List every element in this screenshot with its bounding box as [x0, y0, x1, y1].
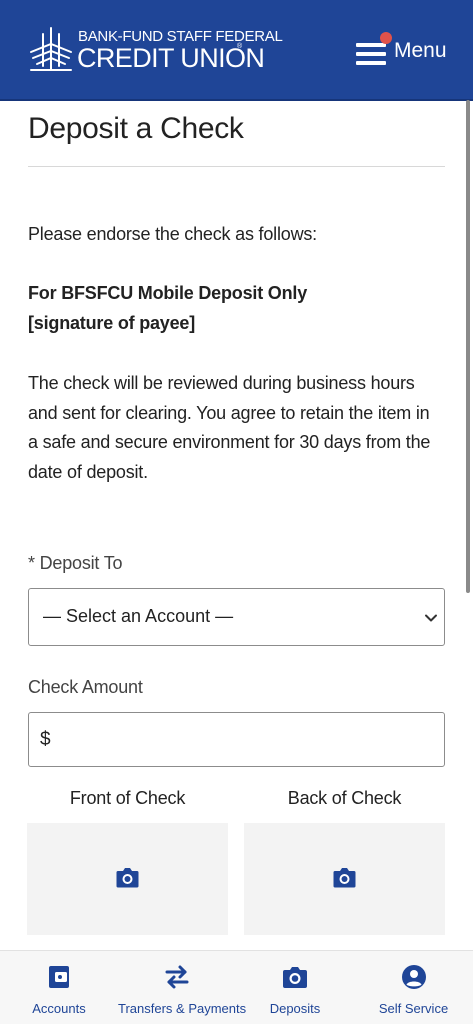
notification-dot	[380, 32, 392, 44]
nav-transfers-payments[interactable]: Transfers & Payments	[118, 951, 247, 1024]
check-amount-field[interactable]: $	[28, 712, 445, 767]
app-header: BANK-FUND STAFF FEDERAL CREDIT UNION ® M…	[0, 0, 473, 101]
camera-icon	[116, 868, 139, 888]
back-of-check-label: Back of Check	[287, 788, 402, 808]
back-of-check-capture[interactable]	[244, 823, 445, 935]
check-amount-label: Check Amount	[28, 677, 143, 697]
deposit-account-select[interactable]: — Select an Account —	[28, 588, 445, 646]
nav-label: Accounts	[32, 1001, 86, 1016]
logo-icon	[30, 27, 72, 71]
scrollbar[interactable]	[466, 100, 470, 593]
page-title: Deposit a Check	[28, 112, 244, 145]
deposit-to-label: * Deposit To	[28, 553, 123, 573]
review-notice: The check will be reviewed during busine…	[28, 373, 431, 482]
nav-label: Self Service	[378, 1001, 449, 1016]
user-circle-icon	[401, 965, 426, 989]
divider	[28, 166, 445, 167]
nav-label: Transfers & Payments	[118, 1001, 247, 1016]
nav-self-service[interactable]: Self Service	[354, 951, 473, 1024]
check-amount-input[interactable]	[59, 721, 439, 759]
front-of-check-label: Front of Check	[69, 788, 186, 808]
front-of-check-capture[interactable]	[27, 823, 228, 935]
nav-deposits[interactable]: Deposits	[236, 951, 354, 1024]
endorsement-line-2: [signature of payee]	[28, 313, 196, 333]
hamburger-icon	[356, 41, 386, 65]
selected-account: — Select an Account —	[43, 606, 234, 626]
transfer-arrows-icon	[165, 965, 189, 989]
endorsement-line-1: For BFSFCU Mobile Deposit Only	[28, 283, 308, 303]
nav-label: Deposits	[269, 1001, 321, 1016]
menu-label: Menu	[394, 39, 447, 62]
nav-accounts[interactable]: Accounts	[0, 951, 118, 1024]
wallet-icon	[49, 966, 69, 988]
camera-icon	[333, 868, 356, 888]
menu-button[interactable]: Menu	[356, 32, 456, 70]
chevron-down-icon	[425, 614, 437, 622]
registered-mark: ®	[237, 43, 243, 50]
camera-icon	[283, 967, 307, 988]
bottom-navigation: Accounts Transfers & Payments Deposits S…	[0, 950, 473, 1024]
endorse-instructions: Please endorse the check as follows:	[28, 224, 317, 244]
currency-symbol: $	[40, 729, 51, 750]
